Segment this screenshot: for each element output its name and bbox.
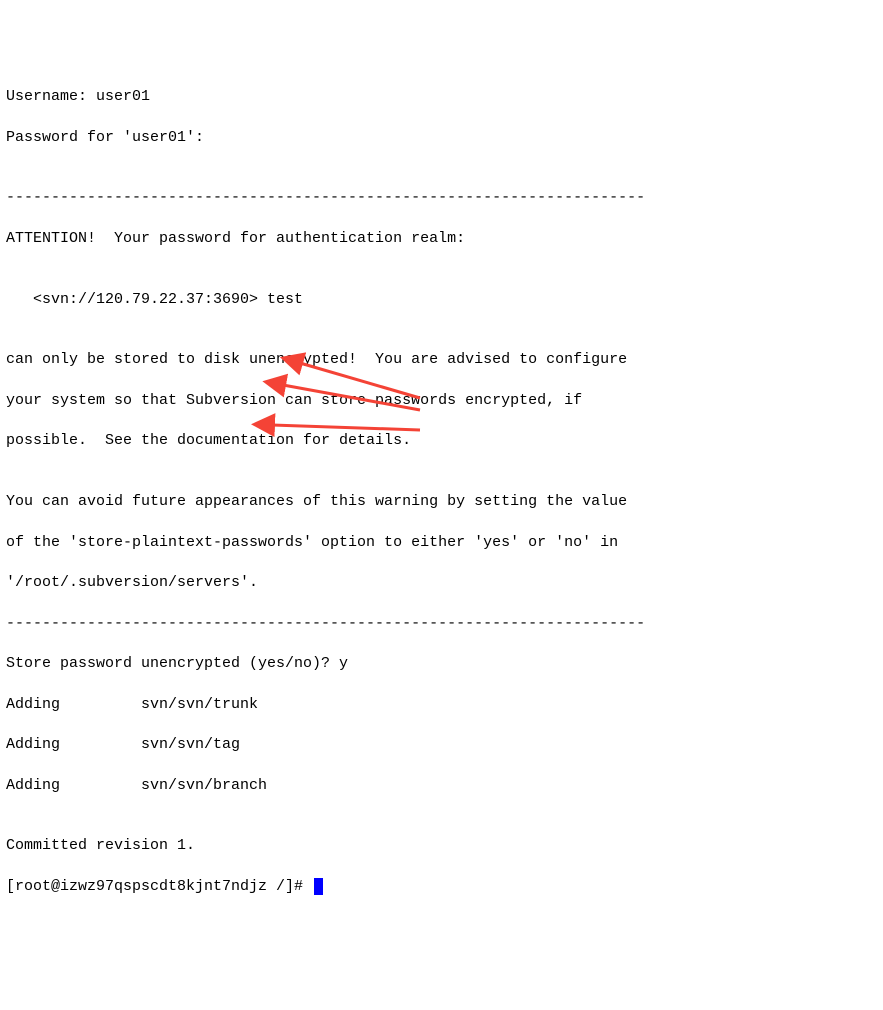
terminal-line-attention: ATTENTION! Your password for authenticat… [6, 229, 883, 249]
terminal-line-advice1: You can avoid future appearances of this… [6, 492, 883, 512]
terminal-line-password-prompt: Password for 'user01': [6, 128, 883, 148]
terminal-line-divider: ----------------------------------------… [6, 614, 883, 634]
arrow-icon [272, 425, 420, 430]
terminal-line-advice3: '/root/.subversion/servers'. [6, 573, 883, 593]
terminal-line-advice2: of the 'store-plaintext-passwords' optio… [6, 533, 883, 553]
terminal-line-store-prompt: Store password unencrypted (yes/no)? y [6, 654, 883, 674]
terminal-line-username: Username: user01 [6, 87, 883, 107]
terminal-line-warn1: can only be stored to disk unencrypted! … [6, 350, 883, 370]
terminal-line-divider: ----------------------------------------… [6, 188, 883, 208]
terminal-line-warn3: possible. See the documentation for deta… [6, 431, 883, 451]
terminal-line-committed: Committed revision 1. [6, 836, 883, 856]
annotation-arrows [0, 0, 883, 505]
terminal-prompt-line[interactable]: [root@izwz97qspscdt8kjnt7ndjz /]# [6, 877, 883, 897]
terminal-prompt-text: [root@izwz97qspscdt8kjnt7ndjz /]# [6, 878, 312, 895]
terminal-line-adding-tag: Adding svn/svn/tag [6, 735, 883, 755]
terminal-line-adding-trunk: Adding svn/svn/trunk [6, 695, 883, 715]
terminal-line-warn2: your system so that Subversion can store… [6, 391, 883, 411]
terminal-line-realm: <svn://120.79.22.37:3690> test [6, 290, 883, 310]
terminal-line-adding-branch: Adding svn/svn/branch [6, 776, 883, 796]
terminal-cursor [314, 878, 323, 895]
